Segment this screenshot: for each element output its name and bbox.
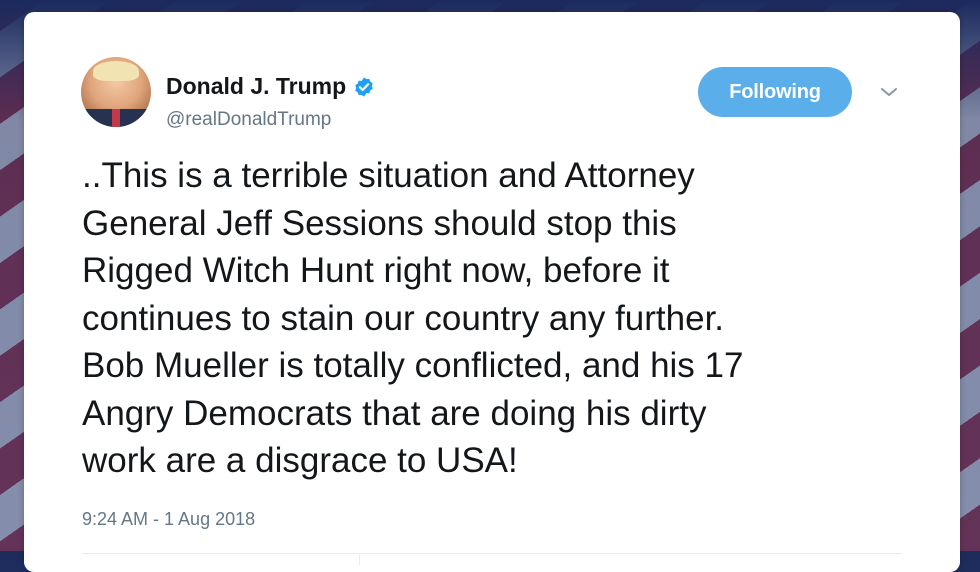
tweet-card: Donald J. Trump @realDonaldTrump Followi…	[24, 12, 960, 572]
following-button[interactable]: Following	[698, 67, 852, 117]
author-handle[interactable]: @realDonaldTrump	[166, 109, 331, 131]
tweet-timestamp[interactable]: 9:24 AM - 1 Aug 2018	[82, 509, 255, 530]
chevron-down-icon[interactable]	[878, 84, 900, 100]
avatar[interactable]	[81, 57, 151, 127]
verified-badge-icon	[353, 76, 375, 98]
divider	[82, 553, 902, 554]
avatar-tie	[112, 109, 120, 127]
author-row: Donald J. Trump	[166, 73, 375, 100]
divider-tick	[359, 553, 360, 565]
avatar-hair	[93, 61, 139, 81]
author-name[interactable]: Donald J. Trump	[166, 73, 346, 100]
tweet-text: ..This is a terrible situation and Attor…	[82, 156, 744, 480]
